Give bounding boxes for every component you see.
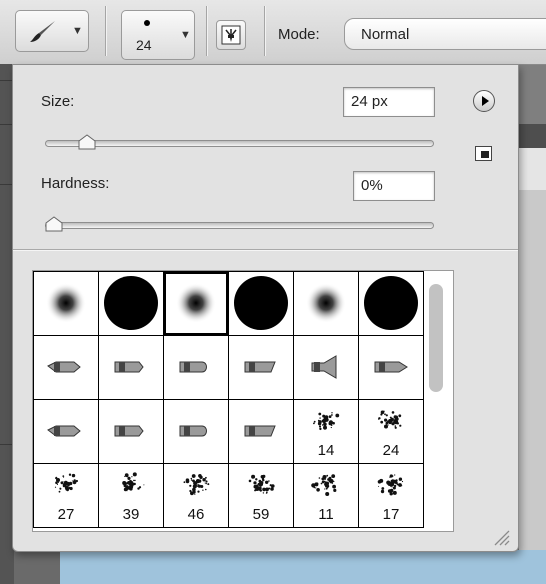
brush-preset-size: 59	[252, 506, 270, 523]
panel-tab[interactable]	[519, 124, 546, 149]
brush-preset-splatter[interactable]: 27	[34, 464, 98, 527]
brush-preset-list: 14 24 27 39 46 59 11 17	[32, 270, 454, 532]
toggle-brush-panel-button[interactable]	[216, 20, 246, 50]
separator	[264, 6, 265, 56]
brush-preset-tool[interactable]	[34, 400, 98, 463]
brush-tip-preview	[364, 276, 418, 330]
blend-mode-select[interactable]: Normal	[344, 18, 546, 50]
separator	[105, 6, 106, 56]
brush-preset-tool[interactable]	[164, 400, 228, 463]
brush-preset-size: 11	[318, 506, 334, 523]
brush-tool-icon[interactable]	[14, 548, 60, 584]
brush-preset-tool[interactable]	[229, 336, 293, 399]
hardness-label: Hardness:	[41, 175, 110, 192]
size-label: Size:	[41, 93, 75, 110]
size-slider-thumb[interactable]	[78, 134, 96, 150]
brush-tip-preview	[179, 425, 207, 437]
flyout-menu-icon[interactable]	[473, 90, 495, 112]
brush-preset-tool[interactable]	[34, 336, 98, 399]
brush-tip-preview	[104, 276, 158, 330]
brush-preset-picker[interactable]: 24 ▼	[121, 10, 195, 60]
brush-preset-size: 24	[382, 442, 400, 459]
brush-tip-preview	[179, 361, 207, 373]
brush-preset-size: 39	[122, 506, 140, 523]
brush-icon	[30, 21, 55, 42]
brush-tip-preview	[46, 283, 86, 323]
size-input[interactable]: 24 px	[343, 87, 435, 117]
brush-preset-popover: Size: 24 px Hardness: 0% 14 24 27 39 46 59 11 1…	[12, 64, 519, 552]
brush-preset-splatter[interactable]: 24	[359, 400, 423, 463]
brush-preset-hard[interactable]	[229, 272, 293, 335]
brush-size-readout: 24	[136, 37, 152, 53]
brush-preset-tool[interactable]	[294, 336, 358, 399]
hardness-slider-thumb[interactable]	[45, 216, 63, 232]
brush-tip-preview	[47, 361, 81, 373]
document-canvas	[60, 550, 546, 584]
scrollbar-track[interactable]	[443, 272, 453, 530]
options-bar: ▼ 24 ▼ Mode: Normal	[0, 0, 546, 65]
hardness-slider-track[interactable]	[45, 222, 434, 229]
new-preset-icon[interactable]	[475, 146, 492, 161]
brush-tip-preview	[306, 283, 346, 323]
brush-tip-preview	[47, 425, 81, 437]
brush-preset-size: 46	[187, 506, 205, 523]
brush-tip-preview	[176, 283, 216, 323]
panel-header	[519, 148, 546, 190]
chevron-down-icon: ▼	[72, 25, 83, 37]
brush-preset-splatter[interactable]: 17	[359, 464, 423, 527]
brush-tip-preview	[114, 425, 144, 437]
brush-preset-size: 17	[382, 506, 400, 523]
size-slider-track[interactable]	[45, 140, 434, 147]
brush-tip-preview	[374, 361, 408, 373]
brush-panel-icon	[221, 25, 241, 45]
resize-grip-icon[interactable]	[491, 527, 511, 547]
hardness-input[interactable]: 0%	[353, 171, 435, 201]
brush-preset-hard[interactable]	[99, 272, 163, 335]
brush-preset-grid: 14 24 27 39 46 59 11 17	[33, 271, 424, 528]
brush-preset-size: 27	[57, 506, 75, 523]
brush-preset-soft[interactable]	[34, 272, 98, 335]
brush-preset-soft[interactable]	[294, 272, 358, 335]
divider	[13, 249, 518, 250]
tool-preset-picker[interactable]: ▼	[15, 10, 89, 52]
brush-preset-tool[interactable]	[229, 400, 293, 463]
brush-preset-splatter[interactable]: 14	[294, 400, 358, 463]
brush-preset-soft[interactable]	[164, 272, 228, 335]
brush-preset-tool[interactable]	[359, 336, 423, 399]
brush-tip-preview	[244, 425, 276, 437]
brush-preset-splatter[interactable]: 59	[229, 464, 293, 527]
separator	[206, 6, 207, 56]
brush-preset-splatter[interactable]: 39	[99, 464, 163, 527]
mode-label: Mode:	[278, 26, 320, 43]
brush-preset-tool[interactable]	[164, 336, 228, 399]
brush-preset-splatter[interactable]: 11	[294, 464, 358, 527]
brush-tip-preview	[114, 361, 144, 373]
brush-tip-preview	[144, 20, 150, 26]
scrollbar-thumb[interactable]	[429, 284, 443, 392]
brush-preset-splatter[interactable]: 46	[164, 464, 228, 527]
brush-preset-size: 14	[317, 442, 335, 459]
brush-tip-preview	[234, 276, 288, 330]
brush-preset-tool[interactable]	[99, 336, 163, 399]
brush-preset-tool[interactable]	[99, 400, 163, 463]
chevron-down-icon: ▼	[180, 29, 191, 41]
brush-tip-preview	[244, 361, 276, 373]
brush-preset-hard[interactable]	[359, 272, 423, 335]
panel-body	[519, 190, 546, 550]
brush-tip-preview	[311, 355, 337, 379]
